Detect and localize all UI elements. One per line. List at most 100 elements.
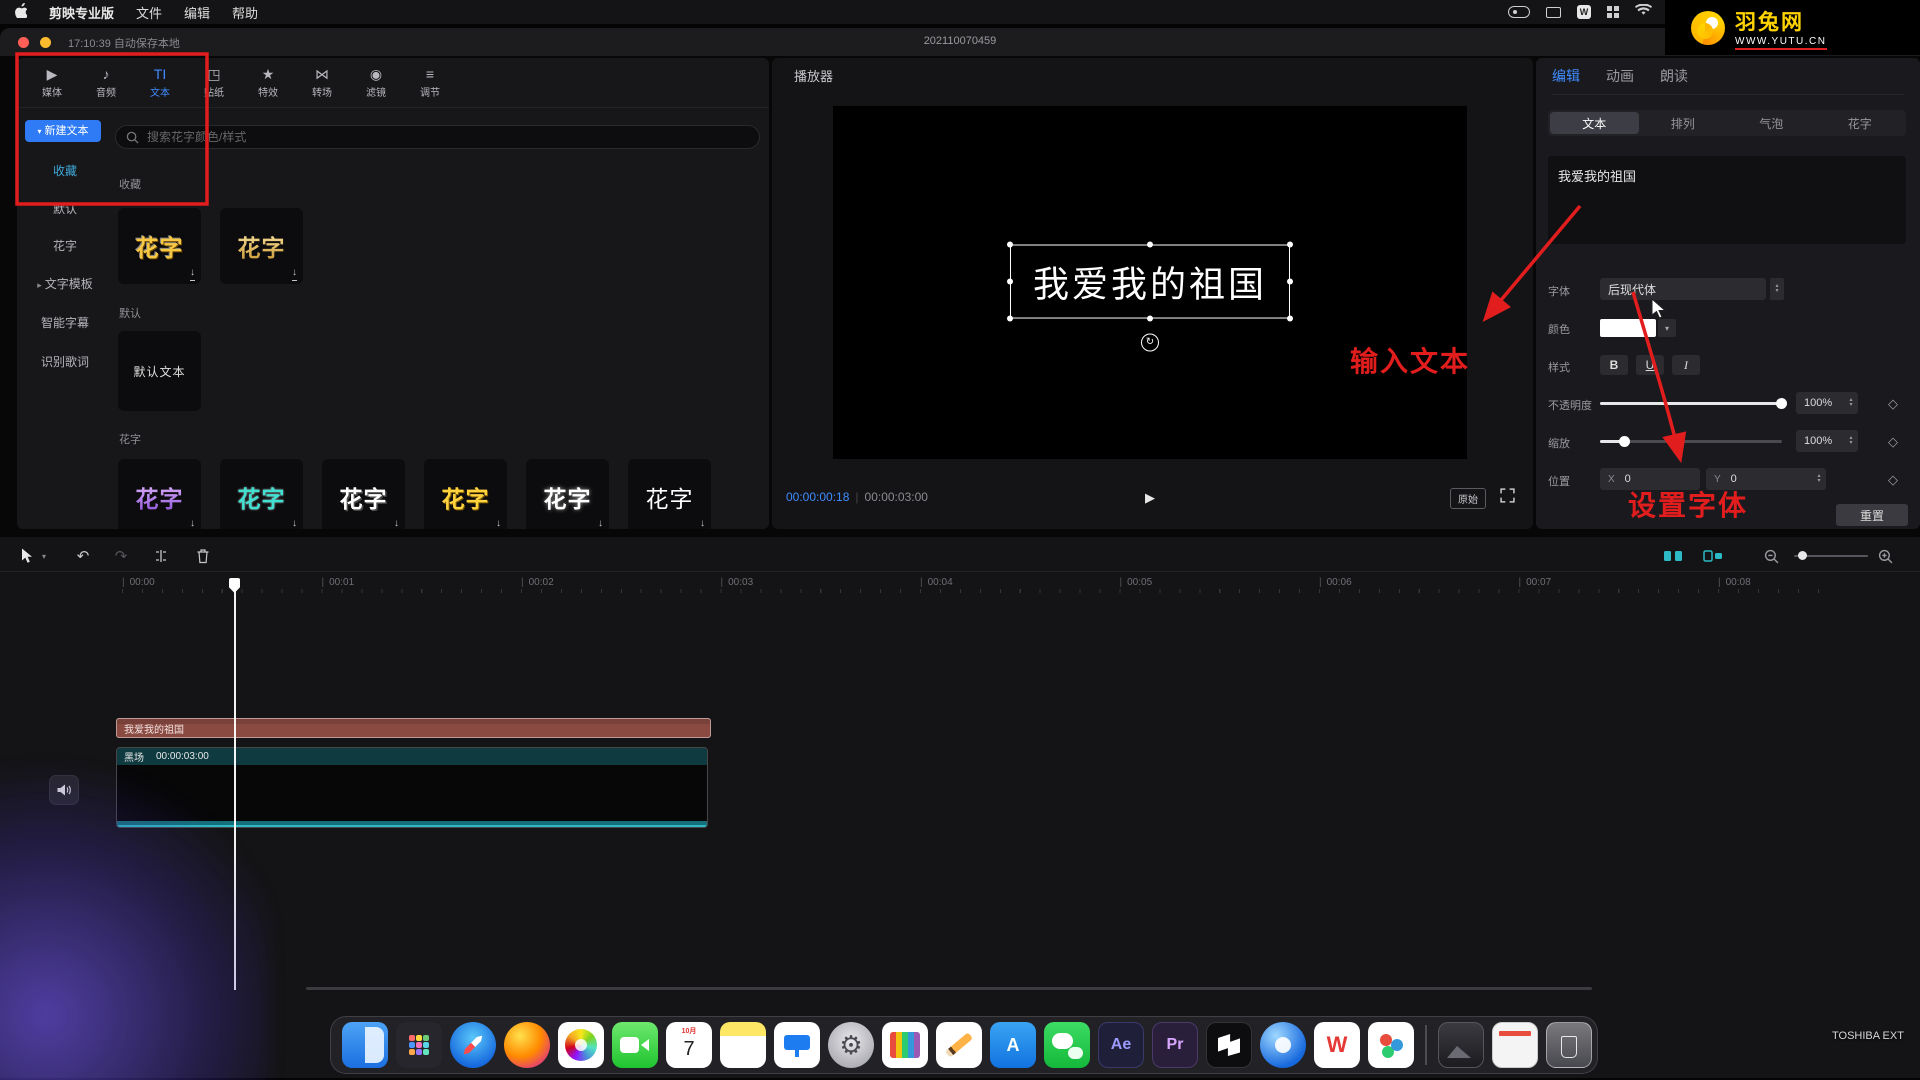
selection-handle[interactable] <box>1287 241 1293 247</box>
undo-icon[interactable] <box>70 544 96 568</box>
huazi-tile[interactable]: 花字 <box>322 459 405 529</box>
wifi-icon[interactable] <box>1635 3 1652 21</box>
selection-handle[interactable] <box>1147 241 1153 247</box>
download-icon[interactable] <box>598 513 603 529</box>
play-button[interactable] <box>1138 487 1162 509</box>
jianying-icon[interactable] <box>1206 1022 1252 1068</box>
scale-stepper[interactable] <box>1844 430 1858 452</box>
sidebar-item[interactable]: 收藏 <box>17 161 113 181</box>
fullscreen-icon[interactable] <box>1500 488 1518 506</box>
screen-record-indicator-icon[interactable] <box>1508 6 1530 18</box>
grid-icon[interactable] <box>1607 6 1619 18</box>
facetime-icon[interactable] <box>612 1022 658 1068</box>
playhead[interactable] <box>234 578 236 990</box>
minimized-doc-icon[interactable] <box>1492 1022 1538 1068</box>
download-icon[interactable] <box>496 513 501 529</box>
inspector-tab[interactable]: 动画 <box>1606 66 1634 86</box>
inspector-subtab[interactable]: 花字 <box>1816 112 1905 134</box>
huazi-tile[interactable]: 花字 <box>220 459 303 529</box>
inspector-subtab[interactable]: 气泡 <box>1727 112 1816 134</box>
photos-icon[interactable] <box>558 1022 604 1068</box>
media-tab[interactable]: ⋈ 转场 <box>295 58 349 108</box>
opacity-slider[interactable] <box>1600 402 1782 405</box>
menu-item[interactable]: 编辑 <box>184 3 210 22</box>
launchpad-icon[interactable] <box>396 1022 442 1068</box>
selection-handle[interactable] <box>1147 315 1153 321</box>
rotate-handle-icon[interactable] <box>1141 333 1159 351</box>
minimized-window-icon[interactable] <box>1438 1022 1484 1068</box>
snap-toggle-icon[interactable] <box>1660 544 1686 568</box>
pencil-app-icon[interactable] <box>936 1022 982 1068</box>
original-quality-button[interactable]: 原始 <box>1450 488 1486 509</box>
inspector-tab[interactable]: 朗读 <box>1660 66 1688 86</box>
trash-icon[interactable] <box>1546 1022 1592 1068</box>
color-circles-app-icon[interactable] <box>1368 1022 1414 1068</box>
search-bar[interactable] <box>115 125 760 149</box>
text-overlay-selection[interactable]: 我爱我的祖国 <box>1010 244 1290 318</box>
inspector-subtab[interactable]: 排列 <box>1639 112 1728 134</box>
inspector-tab[interactable]: 编辑 <box>1552 66 1580 86</box>
sidebar-item[interactable]: 花字 <box>17 236 113 256</box>
selection-handle[interactable] <box>1287 315 1293 321</box>
scale-slider[interactable] <box>1600 440 1782 443</box>
selection-handle[interactable] <box>1007 315 1013 321</box>
redo-icon[interactable] <box>108 544 134 568</box>
huazi-tile[interactable]: 花字 <box>118 459 201 529</box>
opacity-stepper[interactable] <box>1844 392 1858 414</box>
download-icon[interactable] <box>292 513 297 529</box>
reset-button[interactable]: 重置 <box>1836 504 1908 526</box>
media-tab[interactable]: ◉ 滤镜 <box>349 58 403 108</box>
calendar-icon[interactable]: 10月 7 <box>666 1022 712 1068</box>
selection-handle[interactable] <box>1007 241 1013 247</box>
scale-keyframe-icon[interactable] <box>1888 434 1898 450</box>
sidebar-item[interactable]: 识别歌词 <box>17 352 113 372</box>
notes-icon[interactable] <box>720 1022 766 1068</box>
premiere-icon[interactable]: Pr <box>1152 1022 1198 1068</box>
split-clip-icon[interactable] <box>148 544 174 568</box>
default-text-tile[interactable]: 默认文本 <box>118 331 201 411</box>
link-preview-icon[interactable] <box>1700 544 1726 568</box>
colorbars-app-icon[interactable] <box>882 1022 928 1068</box>
search-input[interactable] <box>145 129 749 145</box>
huazi-tile[interactable]: 花字 <box>526 459 609 529</box>
media-tab[interactable]: ▶ 媒体 <box>25 58 79 108</box>
color-swatch[interactable] <box>1600 319 1656 337</box>
safari-icon[interactable] <box>450 1022 496 1068</box>
download-icon[interactable] <box>190 513 195 529</box>
media-tab[interactable]: ≡ 调节 <box>403 58 457 108</box>
huazi-tile[interactable]: 花字 <box>220 208 303 284</box>
position-keyframe-icon[interactable] <box>1888 472 1898 488</box>
keynote-icon[interactable] <box>774 1022 820 1068</box>
apple-menu-icon[interactable] <box>14 3 27 21</box>
bold-button[interactable]: B <box>1600 355 1628 375</box>
opacity-value[interactable]: 100% <box>1796 392 1858 414</box>
browser-app-icon[interactable] <box>1260 1022 1306 1068</box>
zoom-in-icon[interactable] <box>1872 544 1898 568</box>
position-stepper[interactable] <box>1812 468 1826 490</box>
download-icon[interactable] <box>190 262 195 281</box>
media-tab[interactable]: ♪ 音频 <box>79 58 133 108</box>
opacity-keyframe-icon[interactable] <box>1888 396 1898 412</box>
media-tab[interactable]: ◳ 贴纸 <box>187 58 241 108</box>
dock-separator[interactable] <box>1425 1025 1427 1065</box>
timeline-zoom-slider[interactable] <box>1794 555 1868 557</box>
huazi-tile[interactable]: 花字 <box>424 459 507 529</box>
menu-app-name[interactable]: 剪映专业版 <box>49 3 114 22</box>
video-preview[interactable]: 我爱我的祖国 <box>833 106 1467 459</box>
media-tab[interactable]: TI 文本 <box>133 58 187 108</box>
download-icon[interactable] <box>292 262 297 281</box>
text-content-input[interactable]: 我爱我的祖国 <box>1548 156 1906 244</box>
huazi-tile[interactable]: 花字 <box>628 459 711 529</box>
input-source-icon[interactable]: W <box>1577 5 1591 19</box>
selection-handle[interactable] <box>1007 278 1013 284</box>
italic-button[interactable]: I <box>1672 355 1700 375</box>
scale-value[interactable]: 100% <box>1796 430 1858 452</box>
font-stepper[interactable] <box>1770 278 1784 300</box>
wps-icon[interactable]: W <box>1314 1022 1360 1068</box>
wechat-icon[interactable] <box>1044 1022 1090 1068</box>
media-tab[interactable]: ★ 特效 <box>241 58 295 108</box>
sidebar-item[interactable]: 默认 <box>17 199 113 219</box>
delete-clip-icon[interactable] <box>190 544 216 568</box>
firefox-icon[interactable] <box>504 1022 550 1068</box>
text-clip[interactable]: 我爱我的祖国 <box>116 718 711 738</box>
